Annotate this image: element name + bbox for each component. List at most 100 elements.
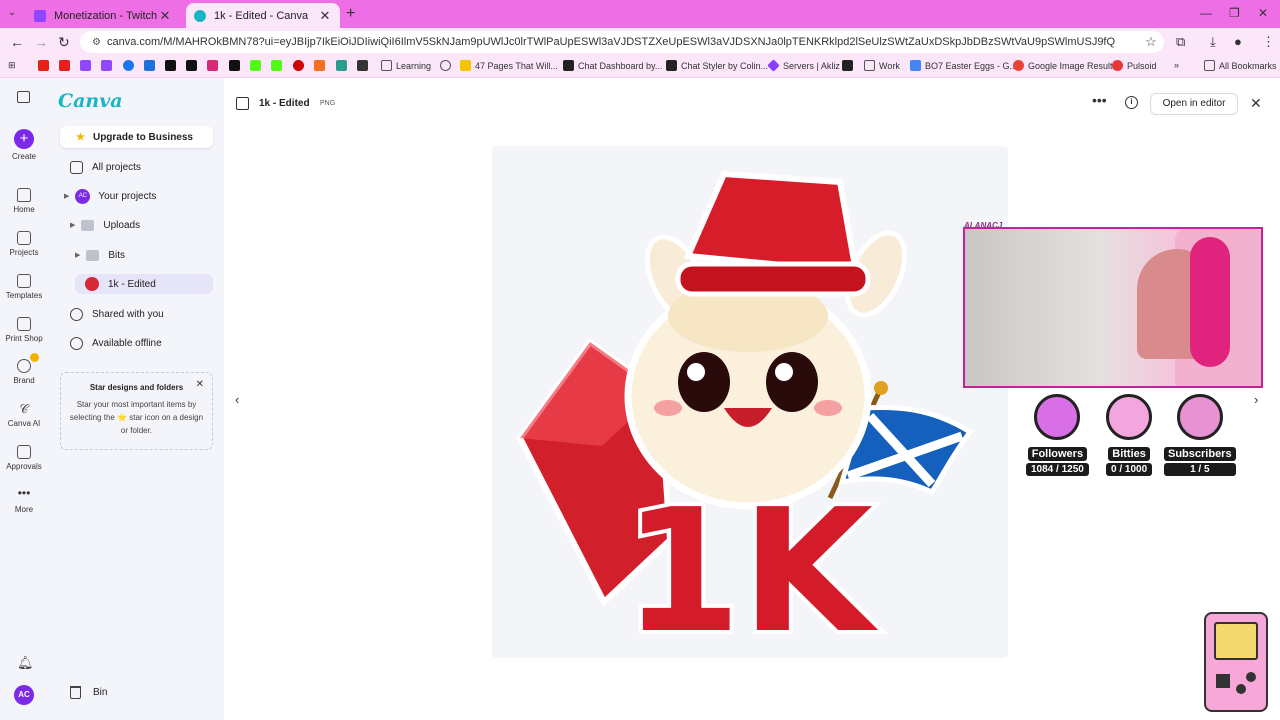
twitch-icon[interactable]: [80, 60, 95, 71]
tiktok-icon[interactable]: [165, 60, 180, 71]
youtube-studio-icon[interactable]: [59, 60, 74, 71]
bookmark-chat-dashboard[interactable]: Chat Dashboard by...: [563, 60, 662, 71]
window-close-icon[interactable]: ✕: [1258, 6, 1268, 20]
prev-arrow-icon[interactable]: ‹: [235, 392, 239, 407]
bookmark-all[interactable]: All Bookmarks: [1204, 60, 1277, 71]
tab-close-icon[interactable]: ✕: [158, 8, 172, 24]
globe-icon[interactable]: [440, 60, 455, 71]
canva-logo[interactable]: Canva: [58, 90, 123, 112]
bookmark-bo7[interactable]: BO7 Easter Eggs - G...: [910, 60, 1017, 71]
address-bar[interactable]: ⚙ canva.com/M/MAHROkBMN78?ui=eyJBIjp7IkE…: [80, 31, 1164, 53]
nav-shared[interactable]: Shared with you: [70, 304, 164, 324]
twitch-dash-icon[interactable]: [101, 60, 116, 71]
youtube-icon[interactable]: [38, 60, 53, 71]
rail-home[interactable]: Home: [0, 188, 48, 214]
tab-search-icon[interactable]: ⌄: [8, 7, 16, 18]
meta-icon[interactable]: [144, 60, 159, 71]
caret-right-icon[interactable]: ▶: [75, 251, 80, 259]
nav-current-design[interactable]: 1k - Edited: [75, 274, 213, 294]
goal-value: 0 / 1000: [1106, 463, 1153, 476]
format-badge: PNG: [320, 100, 336, 107]
rail-brand[interactable]: Brand: [0, 353, 48, 385]
rail-projects[interactable]: Projects: [0, 231, 48, 257]
bookmark-star-icon[interactable]: ☆: [1138, 34, 1164, 50]
toggle-sidebar-icon[interactable]: [17, 91, 30, 103]
upgrade-button[interactable]: ★ Upgrade to Business: [60, 126, 213, 148]
bookmark-chat-styler[interactable]: Chat Styler by Colin...: [666, 60, 768, 71]
extensions-icon[interactable]: ⧉: [1176, 34, 1185, 50]
rail-print-shop[interactable]: Print Shop: [0, 317, 48, 343]
x-icon[interactable]: [229, 60, 244, 71]
flag-pole-knob: [874, 381, 888, 395]
rail-label: Brand: [13, 376, 35, 385]
instagram-icon[interactable]: [207, 60, 222, 71]
tab-canva[interactable]: 1k - Edited - Canva ✕: [186, 3, 340, 28]
tab-label: 1k - Edited - Canva: [214, 9, 309, 22]
bookmark-label: BO7 Easter Eggs - G...: [925, 60, 1018, 71]
nav-uploads[interactable]: ▶ Uploads: [70, 215, 140, 235]
nav-all-projects[interactable]: All projects: [70, 157, 141, 177]
tab-close-icon[interactable]: ✕: [318, 8, 332, 24]
close-icon[interactable]: ✕: [196, 379, 204, 390]
bookmark-favicon: [460, 60, 471, 71]
kick-dash-icon[interactable]: [271, 60, 286, 71]
bookmark-akliz[interactable]: Servers | Akliz: [767, 59, 840, 72]
folder-icon: [864, 60, 875, 71]
new-tab-icon[interactable]: +: [346, 5, 355, 23]
back-icon[interactable]: ←: [10, 34, 24, 50]
soundcloud-icon[interactable]: [314, 60, 329, 71]
close-viewer-icon[interactable]: ✕: [1250, 95, 1262, 112]
rail-more[interactable]: ••• More: [0, 487, 48, 514]
nav-bin[interactable]: Bin: [70, 686, 107, 699]
nav-bits[interactable]: ▶ Bits: [75, 245, 125, 265]
rail-approvals[interactable]: Approvals: [0, 445, 48, 471]
download-site-icon[interactable]: [357, 60, 372, 71]
bookmarks-overflow-icon[interactable]: »: [1174, 60, 1179, 70]
record-icon[interactable]: [293, 60, 308, 71]
site-info-icon[interactable]: ⚙: [92, 37, 101, 48]
nav-label: 1k - Edited: [108, 278, 156, 290]
nav-your-projects[interactable]: ▶ AC Your projects: [64, 186, 156, 206]
open-in-editor-button[interactable]: Open in editor: [1150, 93, 1238, 115]
notifications-bell-icon[interactable]: 🔔︎: [17, 655, 34, 671]
user-avatar[interactable]: AC: [14, 685, 34, 705]
design-title[interactable]: 1k - Edited: [259, 98, 310, 109]
reload-icon[interactable]: ↻: [58, 34, 70, 51]
bookmark-icon-k[interactable]: [842, 60, 857, 71]
facebook-icon[interactable]: [123, 60, 138, 71]
caret-right-icon[interactable]: ▶: [70, 221, 75, 229]
caret-right-icon[interactable]: ▶: [64, 192, 69, 200]
trash-icon: [70, 686, 81, 699]
url-text: canva.com/M/MAHROkBMN78?ui=eyJBIjp7IkEiO…: [106, 36, 1116, 48]
minimize-icon[interactable]: —: [1200, 6, 1212, 20]
apps-icon[interactable]: ⊞: [8, 60, 16, 71]
bot-icon[interactable]: [336, 60, 351, 71]
bookmark-learning[interactable]: Learning: [381, 60, 431, 71]
next-arrow-icon[interactable]: ›: [1254, 392, 1258, 407]
forward-icon[interactable]: →: [34, 34, 48, 50]
crown-badge-icon: [30, 353, 39, 362]
right-eye-shine: [775, 363, 793, 381]
gameboy-widget: [1204, 612, 1268, 712]
download-icon[interactable]: ⤓: [1210, 34, 1216, 50]
bookmark-google-image[interactable]: Google Image Result: [1013, 60, 1113, 71]
info-icon[interactable]: i: [1125, 96, 1138, 109]
bookmark-pulsoid[interactable]: Pulsoid: [1112, 60, 1157, 71]
restore-icon[interactable]: ❐: [1229, 6, 1240, 20]
profile-icon[interactable]: ●: [1234, 34, 1242, 49]
goal-label: Followers: [1027, 447, 1088, 461]
bookmark-label: 47 Pages That Will...: [475, 60, 558, 71]
bookmark-47-pages[interactable]: 47 Pages That Will...: [460, 60, 558, 71]
brand-icon: [17, 359, 31, 373]
tiktok-studio-icon[interactable]: [186, 60, 201, 71]
rail-canva-ai[interactable]: 𝒞 Canva AI: [0, 402, 48, 428]
tab-twitch[interactable]: Monetization - Twitch ✕: [26, 3, 180, 28]
bookmark-work[interactable]: Work: [864, 60, 900, 71]
more-options-icon[interactable]: •••: [1092, 92, 1107, 108]
browser-menu-icon[interactable]: ⋮: [1262, 34, 1275, 50]
nav-offline[interactable]: Available offline: [70, 333, 162, 353]
left-rail: + Create Home Projects Templates Print S…: [0, 78, 48, 720]
rail-templates[interactable]: Templates: [0, 274, 48, 300]
kick-icon[interactable]: [250, 60, 265, 71]
rail-create[interactable]: + Create: [0, 129, 48, 161]
